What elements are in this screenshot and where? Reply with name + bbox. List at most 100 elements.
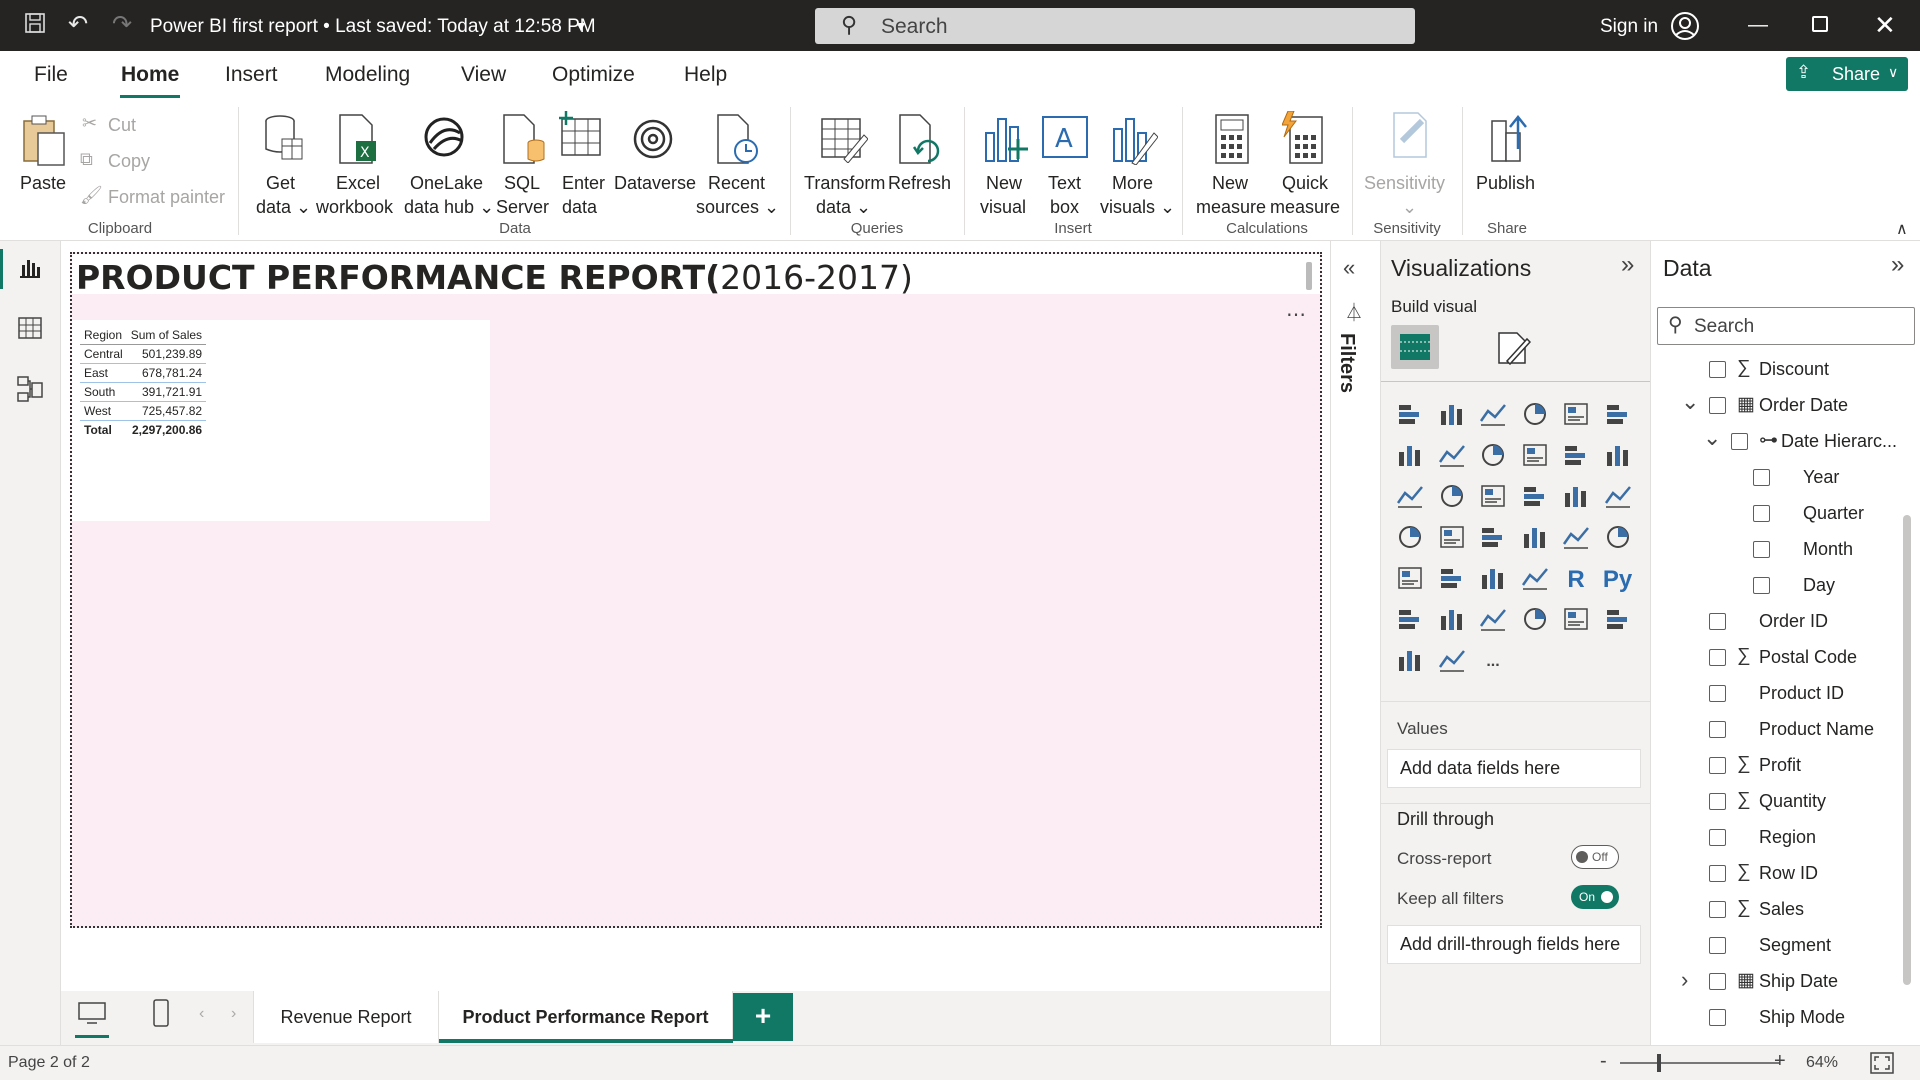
100-stacked-bar-icon[interactable]	[1561, 401, 1591, 431]
field-checkbox[interactable]	[1709, 757, 1726, 774]
desktop-layout-icon[interactable]	[77, 1001, 107, 1032]
format-visual-icon[interactable]	[1495, 331, 1532, 372]
scatter-chart-icon[interactable]	[1478, 483, 1508, 513]
refresh-button[interactable]: Refresh	[888, 109, 952, 219]
field-checkbox[interactable]	[1709, 361, 1726, 378]
field-checkbox[interactable]	[1709, 865, 1726, 882]
column-header-region[interactable]: Region	[80, 326, 127, 345]
tab-home[interactable]: Home	[121, 63, 179, 87]
share-button[interactable]: ⇪ Share ∨	[1786, 57, 1908, 91]
field-item[interactable]: Month	[1651, 533, 1901, 567]
enter-data-button[interactable]: Enter data	[556, 109, 605, 219]
get-data-button[interactable]: Get data ⌄	[252, 109, 314, 219]
global-search-input[interactable]: ⚲ Search	[815, 8, 1415, 44]
goals-icon[interactable]	[1561, 606, 1591, 636]
more-options-icon[interactable]: ⋯	[1286, 302, 1306, 327]
column-header-sum-of-sales[interactable]: Sum of Sales	[126, 326, 207, 345]
paste-button[interactable]: Paste	[16, 109, 72, 219]
zoom-in-button[interactable]: +	[1774, 1050, 1786, 1073]
more-visuals-button[interactable]: More visuals ⌄	[1098, 109, 1175, 219]
table-view-icon[interactable]	[18, 317, 42, 344]
chevron-right-icon[interactable]: ›	[1681, 967, 1688, 993]
paginated-report-icon[interactable]	[1603, 606, 1633, 636]
waterfall-chart-icon[interactable]	[1395, 483, 1425, 513]
tab-product-performance-report[interactable]: Product Performance Report	[439, 991, 733, 1043]
area-chart-icon[interactable]	[1437, 442, 1467, 472]
field-item[interactable]: Order ID	[1651, 605, 1901, 639]
field-item[interactable]: ∑ Profit	[1651, 749, 1901, 783]
slicer-icon[interactable]	[1437, 565, 1467, 595]
zoom-out-button[interactable]: -	[1600, 1050, 1607, 1073]
field-item[interactable]: Quarter	[1651, 497, 1901, 531]
tab-revenue-report[interactable]: Revenue Report	[253, 991, 439, 1043]
field-item[interactable]: Product ID	[1651, 677, 1901, 711]
tab-optimize[interactable]: Optimize	[552, 63, 635, 87]
sql-server-button[interactable]: SQL Server	[494, 109, 550, 219]
chevron-down-icon[interactable]: ⌄	[1703, 425, 1721, 451]
qa-icon[interactable]	[1478, 606, 1508, 636]
gauge-icon[interactable]	[1520, 524, 1550, 554]
tab-file[interactable]: File	[34, 63, 68, 87]
tab-insert[interactable]: Insert	[225, 63, 278, 87]
field-checkbox[interactable]	[1753, 469, 1770, 486]
stacked-bar-chart-icon[interactable]	[1395, 401, 1425, 431]
cross-report-toggle[interactable]: Off	[1571, 845, 1619, 869]
field-item[interactable]: Segment	[1651, 929, 1901, 963]
treemap-icon[interactable]	[1603, 483, 1633, 513]
restore-icon[interactable]	[1812, 16, 1828, 32]
field-checkbox[interactable]	[1709, 937, 1726, 954]
save-icon[interactable]	[24, 12, 46, 41]
field-item[interactable]: ∑ Discount	[1651, 353, 1901, 387]
field-item[interactable]: › ▦ Ship Date	[1651, 965, 1901, 999]
field-checkbox[interactable]	[1753, 541, 1770, 558]
minimize-icon[interactable]: —	[1748, 14, 1768, 37]
account-icon[interactable]	[1670, 11, 1700, 46]
redo-icon[interactable]: ↷	[112, 10, 132, 39]
field-item[interactable]: ∑ Quantity	[1651, 785, 1901, 819]
field-checkbox[interactable]	[1709, 973, 1726, 990]
field-checkbox[interactable]	[1709, 613, 1726, 630]
chevron-left-icon[interactable]: ‹	[199, 1005, 204, 1023]
multi-row-card-icon[interactable]	[1603, 524, 1633, 554]
kpi-icon[interactable]	[1395, 565, 1425, 595]
field-item[interactable]: Year	[1651, 461, 1901, 495]
more-visuals-icon[interactable]: ...	[1478, 647, 1508, 677]
decomposition-tree-icon[interactable]	[1437, 606, 1467, 636]
values-well[interactable]: Add data fields here	[1387, 749, 1641, 788]
python-visual-icon[interactable]: Py	[1603, 565, 1633, 595]
field-item[interactable]: Region	[1651, 821, 1901, 855]
zoom-slider[interactable]	[1620, 1062, 1780, 1064]
collapse-visualizations-icon[interactable]: »	[1621, 251, 1634, 279]
sign-in-link[interactable]: Sign in	[1600, 16, 1658, 38]
field-item[interactable]: ∑ Sales	[1651, 893, 1901, 927]
line-clustered-column-icon[interactable]	[1561, 442, 1591, 472]
table-icon[interactable]	[1478, 565, 1508, 595]
title-dropdown-icon[interactable]: ▼	[574, 18, 588, 34]
copy-button[interactable]: Copy	[108, 149, 150, 173]
close-icon[interactable]: ✕	[1874, 10, 1896, 41]
data-pane-scrollbar[interactable]	[1903, 515, 1911, 985]
smart-narrative-icon[interactable]	[1520, 606, 1550, 636]
clustered-column-chart-icon[interactable]	[1520, 401, 1550, 431]
field-item[interactable]: ⌄ ⊶ Date Hierarc...	[1651, 425, 1901, 459]
quick-measure-button[interactable]: Quick measure	[1268, 109, 1340, 219]
field-checkbox[interactable]	[1709, 829, 1726, 846]
power-automate-icon[interactable]	[1437, 647, 1467, 677]
field-checkbox[interactable]	[1731, 433, 1748, 450]
donut-chart-icon[interactable]	[1561, 483, 1591, 513]
field-checkbox[interactable]	[1709, 1009, 1726, 1026]
new-measure-button[interactable]: New measure	[1194, 109, 1268, 219]
chevron-right-icon[interactable]: ›	[231, 1005, 236, 1023]
field-checkbox[interactable]	[1709, 397, 1726, 414]
field-checkbox[interactable]	[1709, 901, 1726, 918]
transform-data-button[interactable]: Transform data ⌄	[802, 109, 888, 219]
field-checkbox[interactable]	[1709, 793, 1726, 810]
filters-pane-collapsed[interactable]: « ⏃ Filters	[1330, 241, 1380, 1045]
card-icon[interactable]	[1561, 524, 1591, 554]
field-checkbox[interactable]	[1709, 685, 1726, 702]
line-chart-icon[interactable]	[1395, 442, 1425, 472]
format-painter-button[interactable]: Format painter	[108, 185, 225, 209]
field-checkbox[interactable]	[1753, 577, 1770, 594]
add-page-button[interactable]: +	[733, 993, 793, 1041]
field-item[interactable]: Day	[1651, 569, 1901, 603]
